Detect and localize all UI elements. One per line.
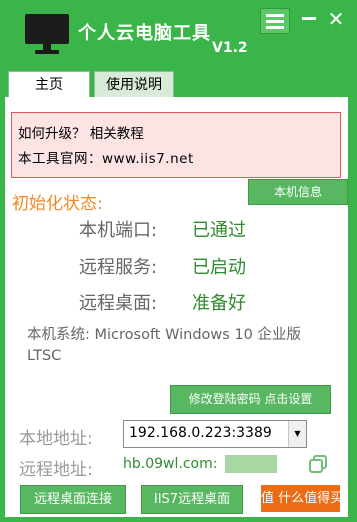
local-info-button[interactable]: 本机信息 [248, 179, 348, 205]
version-label: V1.2 [212, 40, 248, 56]
close-icon[interactable]: ✕ [324, 8, 348, 30]
local-address-label: 本地地址: [19, 429, 93, 449]
upgrade-link[interactable]: 如何升级？ 相关教程 [18, 122, 144, 142]
minimize-icon[interactable] [298, 8, 320, 30]
notice-box: 如何升级？ 相关教程 本工具官网：www.iis7.net [11, 112, 341, 178]
dropdown-arrow-icon[interactable]: ▼ [288, 421, 306, 447]
iis7-remote-button[interactable]: IIS7远程桌面 [141, 485, 243, 514]
desktop-label: 远程桌面: [79, 293, 158, 314]
remote-address-label: 远程地址: [19, 460, 93, 480]
hamburger-menu-icon[interactable] [260, 8, 290, 34]
service-label: 远程服务: [79, 257, 158, 278]
redacted-block [225, 455, 277, 473]
desktop-status: 准备好 [192, 293, 246, 314]
init-status-title: 初始化状态: [12, 194, 103, 214]
orange-button[interactable]: 值 什么值得买 [261, 485, 340, 512]
system-info: 本机系统: Microsoft Windows 10 企业版 LTSC [27, 327, 301, 364]
copy-icon[interactable] [308, 454, 328, 474]
title-bar: 个人云电脑工具 V1.2 ✕ [0, 0, 357, 68]
port-status: 已通过 [192, 220, 246, 241]
local-address-value: 192.168.0.223:3389 [129, 425, 272, 441]
port-label: 本机端口: [79, 220, 158, 241]
remote-desktop-connect-button[interactable]: 远程桌面连接 [20, 485, 126, 514]
app-window: 个人云电脑工具 V1.2 ✕ 主页 使用说明 如何升级？ 相关教程 本工具官网：… [0, 0, 357, 522]
app-title: 个人云电脑工具 [78, 23, 211, 44]
service-status: 已启动 [192, 257, 246, 278]
local-address-select[interactable]: 192.168.0.223:3389 ▼ [123, 420, 307, 448]
change-password-button[interactable]: 修改登陆密码 点击设置 [170, 385, 331, 414]
main-panel: 如何升级？ 相关教程 本工具官网：www.iis7.net 初始化状态: 本机信… [5, 97, 348, 517]
monitor-logo-icon [25, 14, 69, 54]
website-text[interactable]: 本工具官网：www.iis7.net [18, 147, 194, 167]
tab-home[interactable]: 主页 [8, 71, 90, 100]
remote-address-value: hb.09wl.com: [123, 456, 218, 472]
tab-help[interactable]: 使用说明 [94, 71, 174, 98]
